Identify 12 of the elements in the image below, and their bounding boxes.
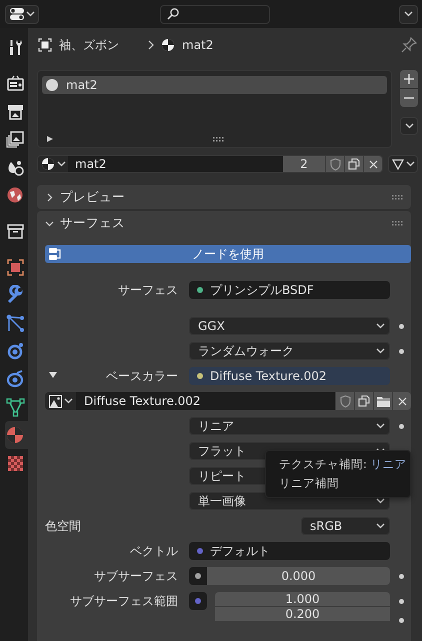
panel-title: プレビュー — [60, 188, 125, 206]
property-label: サブサーフェス — [93, 568, 179, 584]
property-label: サーフェス — [117, 282, 179, 298]
object-name: 袖、ズボン — [59, 36, 119, 54]
property-label: サブサーフェス範囲 — [69, 593, 179, 610]
property-label: ベースカラー — [45, 368, 189, 384]
tooltip-title: テクスチャ補間: リニア — [279, 457, 408, 473]
panel-title: サーフェス — [60, 214, 125, 232]
property-label: 色空間 — [45, 518, 82, 534]
property-label: ベクトル — [129, 542, 179, 560]
tooltip-description: リニア補間 — [279, 476, 340, 492]
material-name: mat2 — [182, 38, 214, 52]
